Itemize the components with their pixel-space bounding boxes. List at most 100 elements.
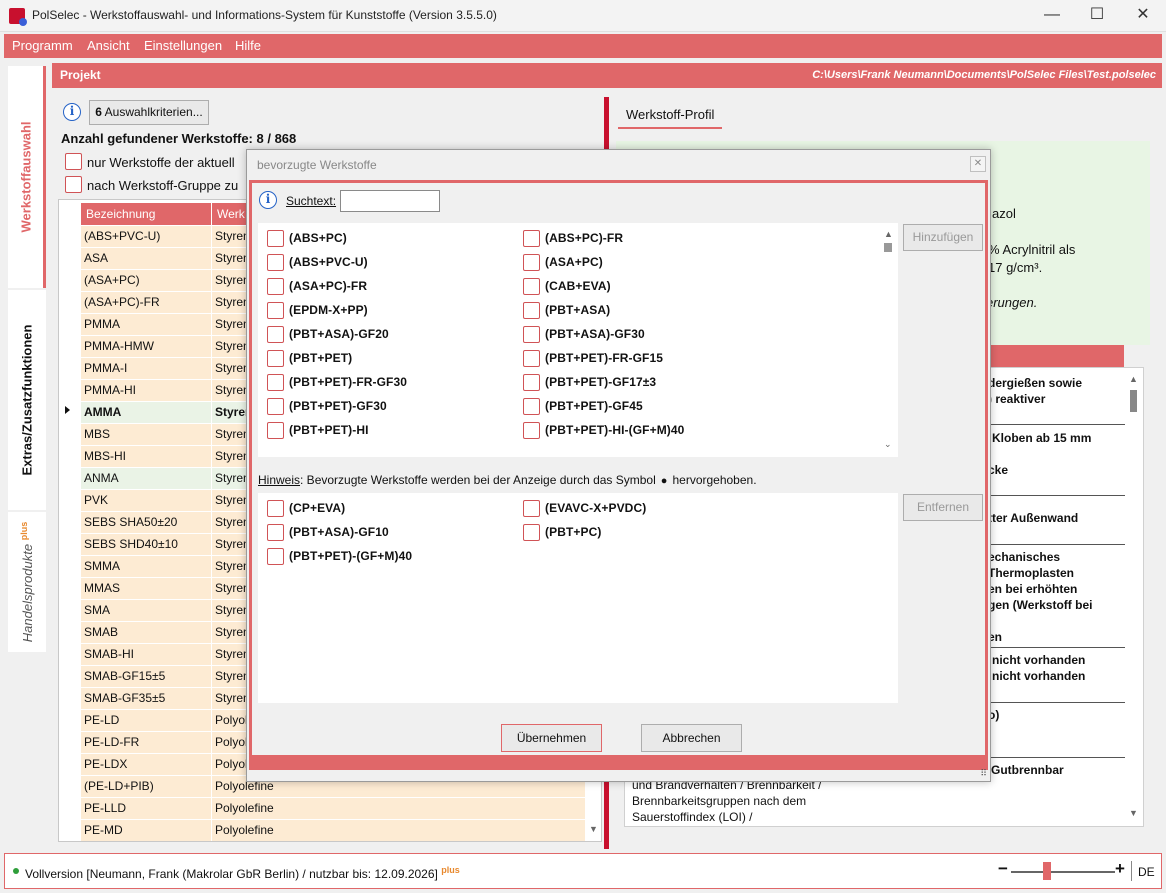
detail-line: en bei erhöhten [988, 582, 1078, 596]
side-tabs: Werkstoffauswahl Extras/Zusatzfunktionen… [4, 60, 46, 850]
cancel-button[interactable]: Abbrechen [641, 724, 742, 752]
item-checkbox[interactable] [267, 230, 284, 247]
tab-extras[interactable]: Extras/Zusatzfunktionen [8, 290, 46, 510]
selected-materials-list: (CP+EVA) (EVAVC-X+PVDC) (PBT+ASA)-GF10 (PBT… [258, 493, 898, 703]
filter-group-checkbox[interactable] [65, 176, 82, 193]
item-label: (PBT+PET) [289, 351, 353, 365]
item-checkbox[interactable] [523, 398, 540, 415]
item-checkbox[interactable] [267, 374, 284, 391]
item-checkbox[interactable] [267, 548, 284, 565]
scroll-down-icon[interactable]: ▼ [589, 824, 598, 834]
zoom-slider[interactable] [1011, 871, 1115, 873]
item-checkbox[interactable] [523, 326, 540, 343]
add-button[interactable]: Hinzufügen [903, 224, 983, 251]
search-input[interactable] [340, 190, 440, 212]
dialog-body: i Suchtext: (ABS+PC) (ABS+PC)-FR (ABS+PVC-… [249, 180, 988, 770]
item-checkbox[interactable] [267, 500, 284, 517]
cell-name: AMMA [81, 402, 211, 423]
available-materials-list: (ABS+PC) (ABS+PC)-FR (ABS+PVC-U) (ASA+PC) (A… [258, 223, 898, 457]
tab-handelsprodukte[interactable]: Handelsprodukte plus [8, 512, 46, 652]
project-path: C:\Users\Frank Neumann\Documents\PolSele… [812, 69, 1156, 81]
item-checkbox[interactable] [267, 398, 284, 415]
hint-body-end: hervorgehoben. [672, 473, 757, 487]
item-checkbox[interactable] [267, 524, 284, 541]
item-checkbox[interactable] [523, 524, 540, 541]
summary-line: erungen. [986, 295, 1038, 310]
detail-line: Brennbarkeitsgruppen nach dem [632, 794, 807, 808]
item-label: (PBT+PET)-HI-(GF+M)40 [545, 423, 685, 437]
zoom-out-button[interactable]: − [998, 859, 1008, 879]
tab-werkstoff-profil[interactable]: Werkstoff-Profil [618, 103, 723, 129]
col-header-name[interactable]: Bezeichnung [81, 203, 211, 225]
window-title: PolSelec - Werkstoffauswahl- und Informa… [32, 8, 497, 22]
item-checkbox[interactable] [523, 254, 540, 271]
criteria-button[interactable]: 6 Auswahlkriterien... [89, 100, 209, 125]
item-label: (PBT+PET)-FR-GF15 [545, 351, 664, 365]
language-indicator[interactable]: DE [1138, 865, 1155, 879]
handelsprodukte-text: Handelsprodukte [20, 543, 36, 643]
scroll-down-icon[interactable]: ▼ [1129, 808, 1138, 818]
item-checkbox[interactable] [267, 422, 284, 439]
item-checkbox[interactable] [267, 350, 284, 367]
item-label: (ABS+PC) [289, 231, 347, 245]
item-checkbox[interactable] [523, 422, 540, 439]
item-label: (PBT+ASA)-GF30 [545, 327, 645, 341]
tab-werkstoffauswahl[interactable]: Werkstoffauswahl [8, 66, 46, 288]
maximize-button[interactable]: ☐ [1074, 0, 1120, 32]
cell-name: ASA [81, 248, 211, 269]
filter-current-checkbox[interactable] [65, 153, 82, 170]
cell-name: ANMA [81, 468, 211, 489]
filter-group-label: nach Werkstoff-Gruppe zu [87, 178, 239, 193]
license-info: Vollversion [Neumann, Frank (Makrolar Gb… [25, 867, 438, 881]
project-bar: Projekt C:\Users\Frank Neumann\Documents… [52, 63, 1162, 88]
criteria-label: Auswahlkriterien... [104, 105, 203, 119]
cell-name: SEBS SHD40±10 [81, 534, 211, 555]
menu-ansicht[interactable]: Ansicht [87, 38, 130, 53]
item-label: (PBT+PC) [545, 525, 602, 539]
menu-hilfe[interactable]: Hilfe [235, 38, 261, 53]
table-row[interactable]: PE-LLD Polyolefine [81, 798, 585, 820]
item-label: (CAB+EVA) [545, 279, 611, 293]
title-bar: PolSelec - Werkstoffauswahl- und Informa… [0, 0, 1166, 32]
item-checkbox[interactable] [523, 230, 540, 247]
cell-name: PE-LD [81, 710, 211, 731]
menu-programm[interactable]: Programm [12, 38, 73, 53]
search-label: Suchtext: [286, 194, 337, 208]
dialog-close-icon[interactable]: ✕ [970, 156, 986, 172]
minimize-button[interactable]: — [1029, 0, 1075, 32]
item-label: (PBT+PET)-GF30 [289, 399, 387, 413]
zoom-thumb[interactable] [1043, 862, 1051, 880]
info-icon[interactable]: i [259, 191, 277, 209]
ok-button[interactable]: Übernehmen [501, 724, 602, 752]
item-checkbox[interactable] [523, 374, 540, 391]
item-checkbox[interactable] [267, 278, 284, 295]
item-checkbox[interactable] [267, 302, 284, 319]
info-icon[interactable]: i [63, 103, 81, 121]
cell-group: Polyolefine [212, 798, 585, 819]
item-checkbox[interactable] [523, 278, 540, 295]
scroll-thumb[interactable] [884, 243, 892, 252]
scroll-thumb[interactable] [1130, 390, 1137, 412]
scroll-up-icon[interactable]: ▲ [1129, 374, 1138, 384]
item-checkbox[interactable] [523, 500, 540, 517]
detail-line: echanisches [988, 550, 1061, 564]
resize-grip-icon[interactable]: ⠿ [980, 768, 987, 779]
item-label: (PBT+PET)-(GF+M)40 [289, 549, 413, 563]
dialog-title: bevorzugte Werkstoffe [257, 158, 377, 172]
item-checkbox[interactable] [523, 302, 540, 319]
profile-scrollbar[interactable]: ▲ [1129, 374, 1138, 412]
item-checkbox[interactable] [267, 254, 284, 271]
table-row[interactable]: PE-MD Polyolefine [81, 820, 585, 841]
item-checkbox[interactable] [267, 326, 284, 343]
hint-text: Hinweis: Bevorzugte Werkstoffe werden be… [258, 473, 757, 487]
zoom-in-button[interactable]: + [1115, 859, 1125, 879]
remove-button[interactable]: Entfernen [903, 494, 983, 521]
cell-name: MMAS [81, 578, 211, 599]
item-checkbox[interactable] [523, 350, 540, 367]
menu-einstellungen[interactable]: Einstellungen [144, 38, 222, 53]
scroll-down-icon[interactable]: ⌄ [884, 439, 892, 450]
scroll-up-icon[interactable]: ▲ [884, 229, 893, 239]
preferred-materials-dialog: bevorzugte Werkstoffe ✕ i Suchtext: (ABS… [246, 149, 991, 782]
item-label: (EVAVC-X+PVDC) [545, 501, 647, 515]
close-button[interactable]: ✕ [1120, 0, 1166, 32]
